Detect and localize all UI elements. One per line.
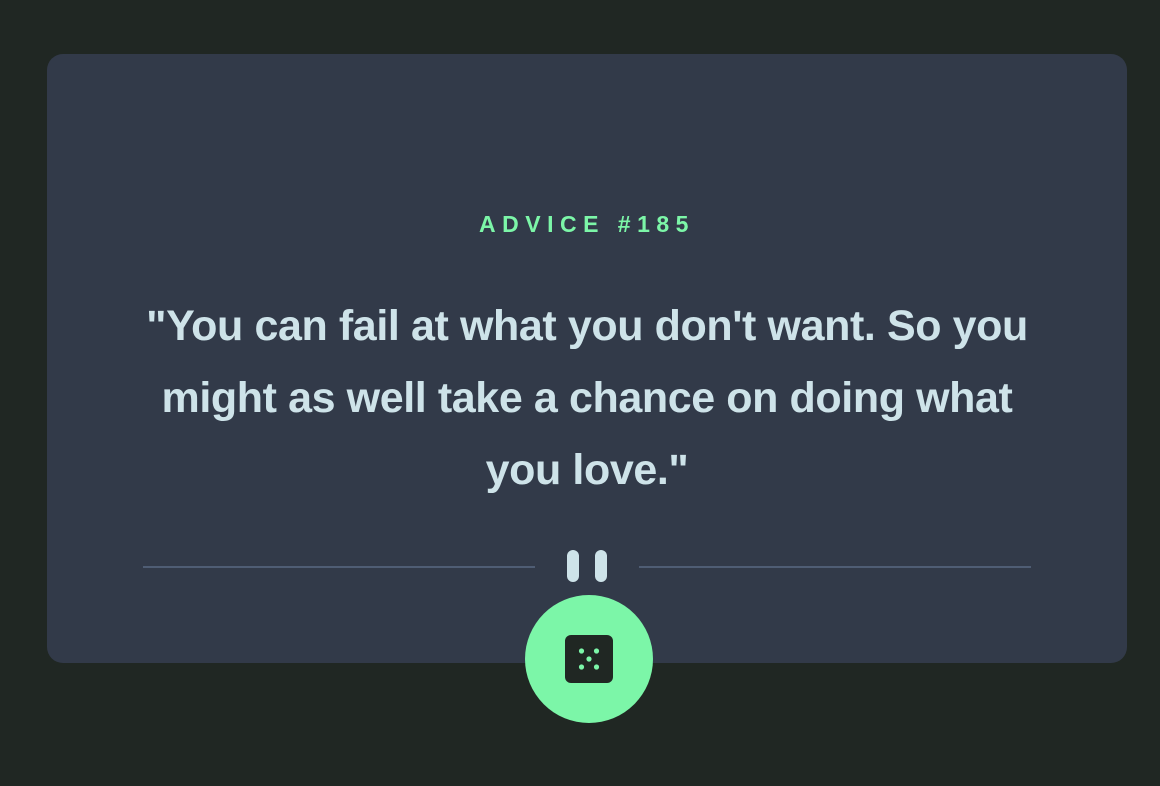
pause-icon — [567, 550, 607, 582]
dice-icon — [565, 635, 613, 683]
advice-card: ADVICE #185 "You can fail at what you do… — [47, 54, 1127, 663]
advice-id-label: ADVICE #185 — [479, 211, 695, 237]
generate-advice-button[interactable] — [525, 595, 653, 723]
pause-bar-left — [567, 550, 579, 582]
divider-line-left — [143, 566, 535, 568]
advice-quote: "You can fail at what you don't want. So… — [146, 302, 1028, 494]
pause-bar-right — [595, 550, 607, 582]
divider-line-right — [639, 566, 1031, 568]
